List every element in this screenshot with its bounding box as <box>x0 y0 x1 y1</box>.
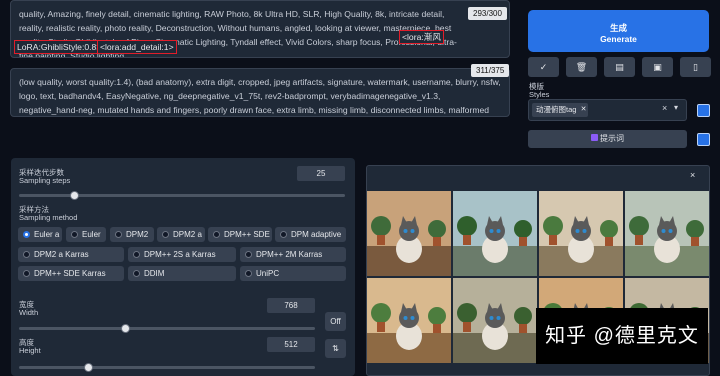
radio-icon <box>23 270 30 277</box>
sampler-label: Euler <box>82 230 101 239</box>
style-chip-label: 动漫俯图tag <box>536 105 577 114</box>
radio-icon <box>115 231 122 238</box>
radio-icon <box>133 270 140 277</box>
gallery-thumbnail[interactable] <box>539 191 623 276</box>
sampler-dpm-2s-a-karras[interactable]: DPM++ 2S a Karras <box>128 247 236 262</box>
style-chip: 动漫俯图tag ✕ <box>532 103 589 117</box>
close-icon[interactable]: × <box>690 170 695 180</box>
gallery-thumbnail[interactable] <box>625 191 709 276</box>
sampler-dpm2-a[interactable]: DPM2 a <box>157 227 205 242</box>
sampling-method-label-en: Sampling method <box>19 213 78 222</box>
sampler-label: UniPC <box>256 269 280 278</box>
lora-tag-ghibli-end: LoRA:GhibliStyle:0.8> <box>14 40 105 54</box>
sampler-ddim[interactable]: DDIM <box>128 266 236 281</box>
sampler-dpm-sde[interactable]: DPM++ SDE <box>208 227 272 242</box>
chip-remove-icon[interactable]: ✕ <box>581 103 587 117</box>
sampler-dpm-sde-karras[interactable]: DPM++ SDE Karras <box>18 266 124 281</box>
zhihu-watermark: 知乎 @德里克文 <box>536 308 708 364</box>
sampler-label: DPM++ SDE <box>224 230 270 239</box>
radio-icon <box>133 251 140 258</box>
lora-tag-add-detail: <lora:add_detail:1> <box>97 40 177 54</box>
height-input[interactable]: 512 <box>267 337 315 352</box>
prompt-icon <box>591 134 598 141</box>
aspect-lock-toggle[interactable]: Off <box>325 312 346 331</box>
radio-icon <box>71 231 78 238</box>
generate-button[interactable]: 生成 Generate <box>528 10 709 52</box>
radio-icon <box>245 251 252 258</box>
trash-button[interactable]: 🗑 <box>566 57 597 77</box>
styles-select[interactable]: 动漫俯图tag ✕ × ▾ <box>528 99 687 121</box>
clear-icon[interactable]: × <box>662 103 667 113</box>
radio-icon <box>23 231 30 238</box>
sampler-label: DPM++ 2S a Karras <box>144 250 216 259</box>
width-input[interactable]: 768 <box>267 298 315 313</box>
chevron-down-icon[interactable]: ▾ <box>674 103 678 112</box>
apply-check-button[interactable]: ✓ <box>528 57 559 77</box>
radio-icon <box>162 231 169 238</box>
generate-label-cn: 生成 <box>609 23 627 33</box>
gallery-thumbnail[interactable] <box>367 191 451 276</box>
prompt-words-label: 提示词 <box>600 134 624 143</box>
sampler-unipc[interactable]: UniPC <box>240 266 346 281</box>
gallery-thumbnail[interactable] <box>367 278 451 363</box>
prompt-words-button[interactable]: 提示词 <box>528 130 687 148</box>
height-thumb[interactable] <box>84 363 93 372</box>
radio-icon <box>213 231 220 238</box>
clipboard-button[interactable]: ▤ <box>604 57 635 77</box>
swap-dimensions-button[interactable]: ⇅ <box>325 339 346 358</box>
sampling-steps-thumb[interactable] <box>70 191 79 200</box>
sampler-euler-a[interactable]: Euler a <box>18 227 62 242</box>
styles-refresh-button[interactable] <box>697 104 710 117</box>
radio-icon <box>23 251 30 258</box>
sampler-label: Euler a <box>34 230 60 239</box>
prompt-words-toggle[interactable] <box>697 133 710 146</box>
width-thumb[interactable] <box>121 324 130 333</box>
negative-prompt-text: (low quality, worst quality:1.4), (bad a… <box>19 77 501 115</box>
apply-style-button[interactable]: ▯ <box>680 57 711 77</box>
sampler-label: DPM adaptive <box>291 230 342 239</box>
sampler-dpm-2m-karras[interactable]: DPM++ 2M Karras <box>240 247 346 262</box>
negative-prompt-textarea[interactable]: (low quality, worst quality:1.4), (bad a… <box>10 68 510 117</box>
gallery-thumbnail[interactable] <box>453 278 537 363</box>
sampler-dpm2[interactable]: DPM2 <box>110 227 154 242</box>
sampler-euler[interactable]: Euler <box>66 227 106 242</box>
radio-icon <box>280 231 287 238</box>
width-label-en: Width <box>19 308 39 317</box>
styles-label-en: Styles <box>529 90 550 99</box>
sampling-steps-slider[interactable] <box>19 194 345 197</box>
sampler-dpm-adaptive[interactable]: DPM adaptive <box>275 227 346 242</box>
sampler-label: DPM2 a Karras <box>34 250 89 259</box>
radio-icon <box>245 270 252 277</box>
sampler-label: DDIM <box>144 269 165 278</box>
sampler-label: DPM2 a <box>173 230 202 239</box>
sampler-label: DPM2 <box>126 230 149 239</box>
sampling-steps-label-en: Sampling steps <box>19 176 71 185</box>
positive-token-counter: 293/300 <box>468 7 507 20</box>
width-slider[interactable] <box>19 327 315 330</box>
generate-label-en: Generate <box>600 34 637 44</box>
height-slider[interactable] <box>19 366 315 369</box>
lora-tag-ghibli-start: <lora:渐风 <box>399 30 444 44</box>
sampler-dpm2-a-karras[interactable]: DPM2 a Karras <box>18 247 124 262</box>
sampler-label: DPM++ SDE Karras <box>34 269 106 278</box>
sampler-label: DPM++ 2M Karras <box>256 250 323 259</box>
gallery-thumbnail[interactable] <box>453 191 537 276</box>
save-style-button[interactable]: ▣ <box>642 57 673 77</box>
negative-token-counter: 311/375 <box>471 64 510 77</box>
sampling-steps-input[interactable]: 25 <box>297 166 345 181</box>
height-label-en: Height <box>19 346 41 355</box>
